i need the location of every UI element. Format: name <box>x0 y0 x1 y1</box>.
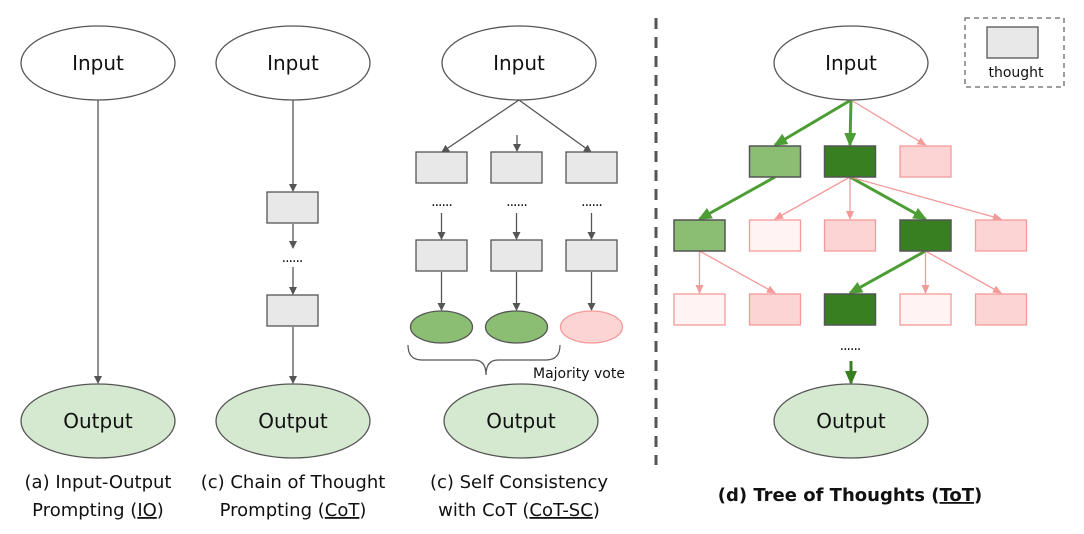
tot-edge-selected <box>848 249 927 295</box>
tot-edge-pruned <box>849 176 1002 221</box>
io-abbr: IO <box>137 500 156 521</box>
io-caption-line2: Prompting (IO) <box>32 500 164 521</box>
tot-thought-bad <box>974 293 1028 326</box>
cotsc-caption-line2: with CoT (CoT-SC) <box>438 500 600 521</box>
tot-thought-bad-light <box>748 219 802 252</box>
panel-cot-sc: Input .................. Majority vote O… <box>407 25 625 521</box>
cot-input-label: Input <box>267 51 319 75</box>
tot-edge-selected <box>849 175 928 221</box>
tot-thought-best <box>899 219 952 252</box>
cotsc-thought-bottom <box>415 239 468 272</box>
cotsc-edge-left <box>441 99 520 153</box>
tot-thought-bad-light <box>899 293 952 326</box>
cotsc-thought-top <box>565 151 618 184</box>
cotsc-thought-top <box>415 151 468 184</box>
tot-ellipsis: ...... <box>840 338 861 354</box>
legend-thought-label: thought <box>988 65 1044 81</box>
cot-ellipsis: ...... <box>282 250 303 266</box>
cot-abbr: CoT <box>325 500 361 521</box>
panel-cot: Input ...... Output (c) Chain of Thought… <box>201 25 386 521</box>
tot-input-label: Input <box>825 51 877 75</box>
panel-io: Input Output (a) Input-Output Prompting … <box>20 25 176 521</box>
tot-edge-pruned <box>699 250 776 294</box>
tot-edge-selected <box>697 175 776 221</box>
cot-output-label: Output <box>258 409 328 433</box>
tot-output-label: Output <box>816 409 886 433</box>
io-input-label: Input <box>72 51 124 75</box>
tot-edge-selected <box>773 98 852 147</box>
tot-thought-bad <box>899 145 952 178</box>
tot-thought-best <box>823 293 877 326</box>
tot-edge-pruned <box>850 99 927 146</box>
tot-thought-good <box>673 219 726 252</box>
cot-thought-2 <box>266 294 319 327</box>
tot-edge-pruned <box>774 176 851 220</box>
cotsc-input-label: Input <box>493 51 545 75</box>
cotsc-ellipsis: ...... <box>431 194 452 210</box>
cotsc-answer-bad <box>559 310 624 344</box>
io-output-label: Output <box>63 409 133 433</box>
cotsc-answer-good <box>409 310 474 344</box>
tot-edge-selected <box>844 99 857 147</box>
cotsc-thought-top <box>490 151 543 184</box>
cot-caption-line1: (c) Chain of Thought <box>201 472 386 493</box>
tot-thought-best <box>823 145 877 178</box>
cotsc-thought-bottom <box>490 239 543 272</box>
cotsc-answer-good <box>484 310 549 344</box>
tot-thought-good <box>748 145 802 178</box>
io-caption-line1: (a) Input-Output <box>25 472 172 493</box>
legend: thought <box>964 17 1065 88</box>
cotsc-ellipsis: ...... <box>581 194 602 210</box>
cotsc-caption-line1: (c) Self Consistency <box>430 472 608 493</box>
cot-caption-line2: Prompting (CoT) <box>220 500 367 521</box>
tot-thought-bad <box>823 219 877 252</box>
panel-tot: Input ...... Output (d) Tree of Thoughts… <box>673 25 1028 506</box>
tot-abbr: ToT <box>939 485 974 506</box>
majority-vote-label: Majority vote <box>533 366 625 382</box>
tot-thought-bad-light <box>673 293 726 326</box>
cot-thought-1 <box>266 191 319 224</box>
cotsc-ellipsis: ...... <box>506 194 527 210</box>
cotsc-abbr: CoT-SC <box>529 500 592 521</box>
tot-thought-bad <box>748 293 802 326</box>
cotsc-output-label: Output <box>486 409 556 433</box>
legend-thought-swatch <box>986 26 1039 59</box>
tot-thought-bad <box>974 219 1028 252</box>
tot-edge-pruned <box>925 250 1002 294</box>
cotsc-edge-right <box>518 99 592 153</box>
tot-caption: (d) Tree of Thoughts (ToT) <box>718 485 983 506</box>
reasoning-frameworks-diagram: Input Output (a) Input-Output Prompting … <box>20 17 1065 521</box>
cotsc-thought-bottom <box>565 239 618 272</box>
